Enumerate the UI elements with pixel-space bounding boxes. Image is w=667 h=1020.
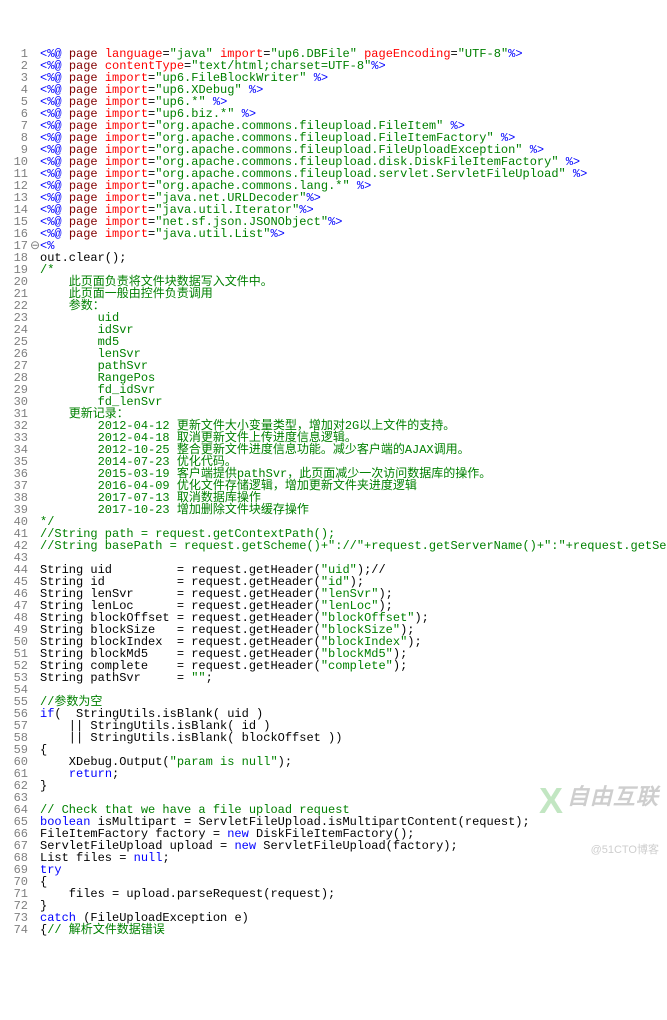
code-line: //String basePath = request.getScheme()+… [40, 540, 667, 552]
code-line: return; [40, 768, 667, 780]
code-line: idSvr [40, 324, 667, 336]
code-line: 2017-10-23 增加删除文件块缓存操作 [40, 504, 667, 516]
code-line: XDebug.Output("param is null"); [40, 756, 667, 768]
code-line: <% [40, 240, 667, 252]
code-line: fd_lenSvr [40, 396, 667, 408]
code-line: || StringUtils.isBlank( blockOffset )) [40, 732, 667, 744]
code-editor: 1234567891011121314151617181920212223242… [0, 48, 667, 936]
code-line: {// 解析文件数据错误 [40, 924, 667, 936]
code-line: List files = null; [40, 852, 667, 864]
code-line: } [40, 780, 667, 792]
code-area: <%@ page language="java" import="up6.DBF… [40, 48, 667, 936]
code-line [40, 684, 667, 696]
fold-gutter: ⊖ [30, 48, 40, 936]
code-line: <%@ page import="java.util.List"%> [40, 228, 667, 240]
line-gutter: 1234567891011121314151617181920212223242… [0, 48, 30, 936]
code-line: try [40, 864, 667, 876]
code-line: out.clear(); [40, 252, 667, 264]
code-line: 参数： [40, 300, 667, 312]
code-line: files = upload.parseRequest(request); [40, 888, 667, 900]
code-line: 此页面一般由控件负责调用 [40, 288, 667, 300]
code-line: String pathSvr = ""; [40, 672, 667, 684]
code-line: uid [40, 312, 667, 324]
